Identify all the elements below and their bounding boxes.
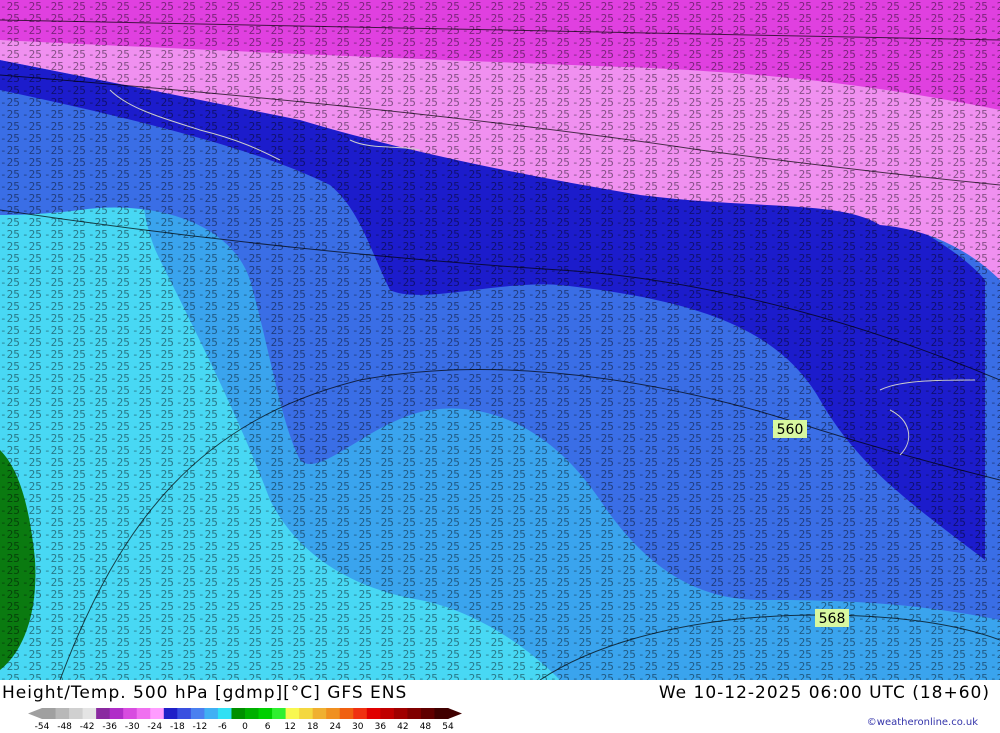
map-title: Height/Temp. 500 hPa [gdmp][°C] GFS ENS [2, 683, 408, 703]
scale-tick-label: 0 [242, 722, 248, 730]
scale-tick-label: -42 [80, 722, 95, 730]
color-scale-legend: -54 -48 -42 -36 -30 -24 -18 -12 -6 0 6 12 18 24 30 36 42… [28, 708, 462, 730]
scale-tick-label: -48 [57, 722, 72, 730]
scale-tick-label: 30 [352, 722, 364, 730]
scale-swatch [204, 708, 219, 719]
scale-swatch [393, 708, 408, 719]
scale-swatch [69, 708, 84, 719]
scale-swatch [123, 708, 138, 719]
valid-time: We 10-12-2025 06:00 UTC (18+60) [658, 683, 990, 703]
contour-label-568: 568 [815, 609, 849, 627]
scale-arrow-left [28, 708, 42, 719]
contour-label-568-text: 568 [819, 611, 846, 627]
scale-tick-label: -36 [102, 722, 117, 730]
scale-swatch [285, 708, 300, 719]
scale-tick-label: 36 [375, 722, 387, 730]
scale-swatch [217, 708, 232, 719]
scale-tick-label: 42 [397, 722, 408, 730]
color-scale-ticks: -54 -48 -42 -36 -30 -24 -18 -12 -6 0 6 12 18 24 30 36 42… [35, 722, 454, 730]
color-scale-bar [28, 708, 462, 719]
scale-tick-label: 48 [420, 722, 432, 730]
weather-map: -25 560 568 [0, 0, 1000, 680]
credit-text: ©weatheronline.co.uk [866, 717, 978, 728]
scale-swatch [245, 708, 260, 719]
scale-swatch [42, 708, 57, 719]
scale-swatch [55, 708, 70, 719]
scale-tick-label: -18 [170, 722, 185, 730]
scale-swatch [299, 708, 314, 719]
scale-tick-label: 24 [329, 722, 341, 730]
scale-tick-label: -54 [35, 722, 50, 730]
scale-swatch [380, 708, 395, 719]
scale-swatch [231, 708, 246, 719]
scale-tick-label: 6 [265, 722, 271, 730]
scale-swatch [96, 708, 111, 719]
scale-swatch [434, 708, 449, 719]
scale-tick-label: -12 [193, 722, 208, 730]
scale-swatch [272, 708, 287, 719]
contour-label-560-text: 560 [777, 422, 804, 438]
temperature-digit-overlay [0, 0, 1000, 680]
scale-swatch [420, 708, 435, 719]
scale-swatch [190, 708, 205, 719]
scale-tick-label: 54 [442, 722, 454, 730]
scale-swatch [312, 708, 327, 719]
scale-swatch [136, 708, 151, 719]
scale-swatch [82, 708, 97, 719]
scale-tick-label: -30 [125, 722, 140, 730]
scale-swatch [258, 708, 273, 719]
scale-tick-label: -24 [147, 722, 162, 730]
scale-tick-label: -6 [218, 722, 227, 730]
scale-swatch [366, 708, 381, 719]
scale-swatch [407, 708, 422, 719]
scale-swatch [150, 708, 165, 719]
scale-swatch [326, 708, 341, 719]
scale-swatch [353, 708, 368, 719]
scale-arrow-right [448, 708, 462, 719]
scale-swatch [339, 708, 354, 719]
scale-swatch [163, 708, 178, 719]
contour-label-560: 560 [773, 420, 807, 438]
scale-swatch [109, 708, 124, 719]
scale-swatch [177, 708, 192, 719]
scale-tick-label: 12 [284, 722, 295, 730]
scale-tick-label: 18 [307, 722, 319, 730]
map-footer: Height/Temp. 500 hPa [gdmp][°C] GFS ENS … [0, 680, 1000, 733]
